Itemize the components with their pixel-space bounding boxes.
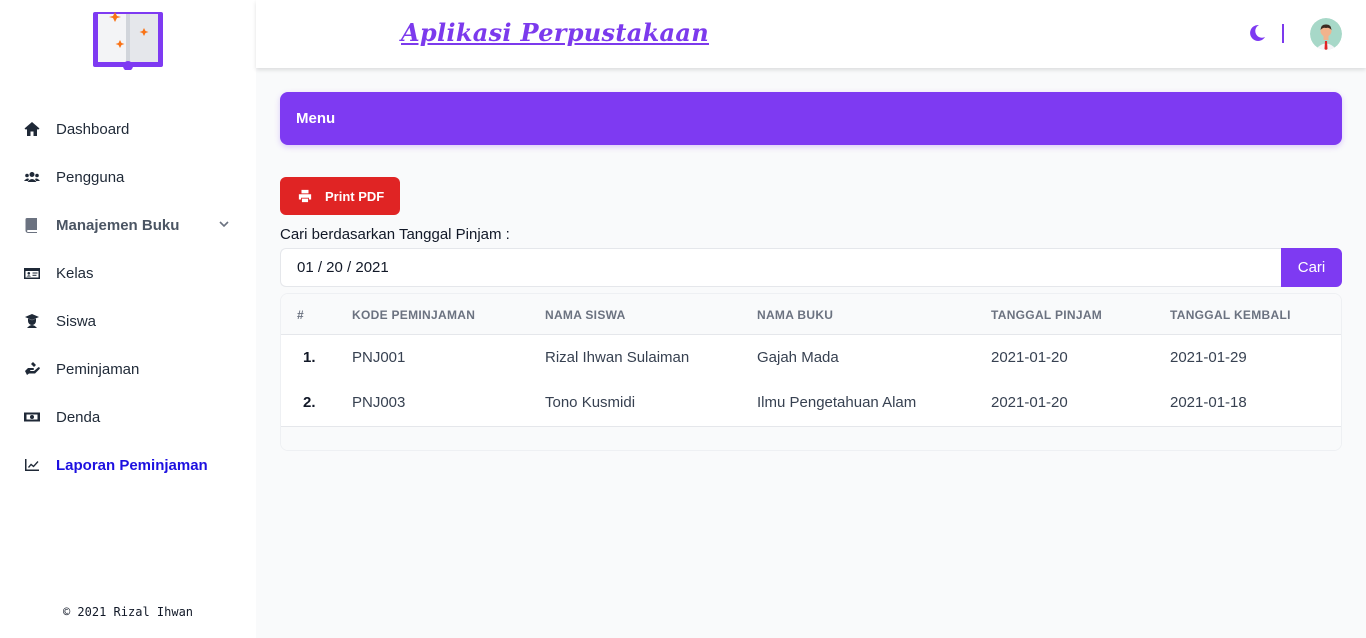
book-name: Ilmu Pengetahuan Alam — [757, 394, 917, 411]
sidebar-item-siswa[interactable]: Siswa — [0, 297, 256, 345]
sidebar-nav: Dashboard Pengguna Manajemen Buku Kelas … — [0, 105, 256, 489]
column-header: TANGGAL PINJAM — [991, 308, 1103, 322]
student-name: Tono Kusmidi — [545, 394, 636, 411]
top-header: Aplikasi Perpustakaan — [256, 0, 1366, 68]
print-pdf-label: Print PDF — [325, 188, 385, 204]
column-header: NAMA SISWA — [545, 308, 626, 322]
return-date: 2021-01-29 — [1170, 349, 1247, 366]
sidebar: Dashboard Pengguna Manajemen Buku Kelas … — [0, 0, 256, 638]
footer-copyright: © 2021 Rizal Ihwan — [62, 605, 194, 619]
menu-header-bar: Menu — [280, 92, 1342, 145]
money-icon — [24, 409, 40, 425]
table-header: # KODE PEMINJAMAN NAMA SISWA NAMA BUKU T… — [281, 294, 1341, 335]
app-title[interactable]: Aplikasi Perpustakaan — [401, 18, 709, 47]
header-divider — [1282, 24, 1284, 43]
loan-date: 2021-01-20 — [991, 394, 1068, 411]
student-name: Rizal Ihwan Sulaiman — [545, 349, 690, 366]
sidebar-item-manajemen-buku[interactable]: Manajemen Buku — [0, 201, 256, 249]
loan-date: 2021-01-20 — [991, 349, 1068, 366]
menu-title: Menu — [296, 110, 336, 127]
sidebar-item-label: Denda — [56, 408, 101, 426]
sidebar-item-label: Kelas — [56, 264, 94, 282]
home-icon — [24, 121, 40, 137]
book-icon — [24, 217, 40, 233]
table-row: 1. PNJ001 Rizal Ihwan Sulaiman Gajah Mad… — [281, 335, 1341, 380]
loan-report-table: # KODE PEMINJAMAN NAMA SISWA NAMA BUKU T… — [280, 293, 1342, 451]
row-number: 2. — [303, 394, 316, 411]
book-name: Gajah Mada — [757, 349, 839, 366]
graduate-icon — [24, 313, 40, 329]
loan-code: PNJ003 — [352, 394, 406, 411]
user-avatar[interactable] — [1310, 18, 1342, 50]
search-button[interactable]: Cari — [1281, 248, 1342, 287]
sidebar-item-label: Dashboard — [56, 120, 130, 138]
table-row: 2. PNJ003 Tono Kusmidi Ilmu Pengetahuan … — [281, 380, 1341, 425]
search-label: Cari berdasarkan Tanggal Pinjam : — [280, 226, 510, 243]
loan-code: PNJ001 — [352, 349, 406, 366]
sidebar-item-label: Peminjaman — [56, 360, 140, 378]
column-header: # — [297, 308, 304, 322]
sidebar-item-label: Laporan Peminjaman — [56, 456, 208, 474]
printer-icon — [298, 189, 312, 203]
hand-holding-icon — [24, 361, 40, 377]
moon-icon[interactable] — [1248, 24, 1266, 42]
sidebar-item-pengguna[interactable]: Pengguna — [0, 153, 256, 201]
print-pdf-button[interactable]: Print PDF — [280, 177, 400, 215]
sidebar-item-denda[interactable]: Denda — [0, 393, 256, 441]
id-card-icon — [24, 265, 40, 281]
column-header: NAMA BUKU — [757, 308, 834, 322]
sidebar-item-label: Siswa — [56, 312, 97, 330]
chart-line-icon — [24, 457, 40, 473]
sidebar-item-kelas[interactable]: Kelas — [0, 249, 256, 297]
users-icon — [24, 169, 40, 185]
date-input[interactable]: 01 / 20 / 2021 — [280, 248, 1282, 287]
chevron-down-icon[interactable] — [218, 218, 230, 230]
sidebar-item-laporan-peminjaman[interactable]: Laporan Peminjaman — [0, 441, 256, 489]
sidebar-item-label: Manajemen Buku — [56, 216, 180, 234]
table-footer — [281, 426, 1341, 450]
sidebar-item-dashboard[interactable]: Dashboard — [0, 105, 256, 153]
book-logo[interactable] — [93, 10, 163, 71]
row-number: 1. — [303, 349, 316, 366]
column-header: TANGGAL KEMBALI — [1170, 308, 1291, 322]
column-header: KODE PEMINJAMAN — [352, 308, 476, 322]
return-date: 2021-01-18 — [1170, 394, 1247, 411]
sidebar-item-label: Pengguna — [56, 168, 125, 186]
sidebar-item-peminjaman[interactable]: Peminjaman — [0, 345, 256, 393]
